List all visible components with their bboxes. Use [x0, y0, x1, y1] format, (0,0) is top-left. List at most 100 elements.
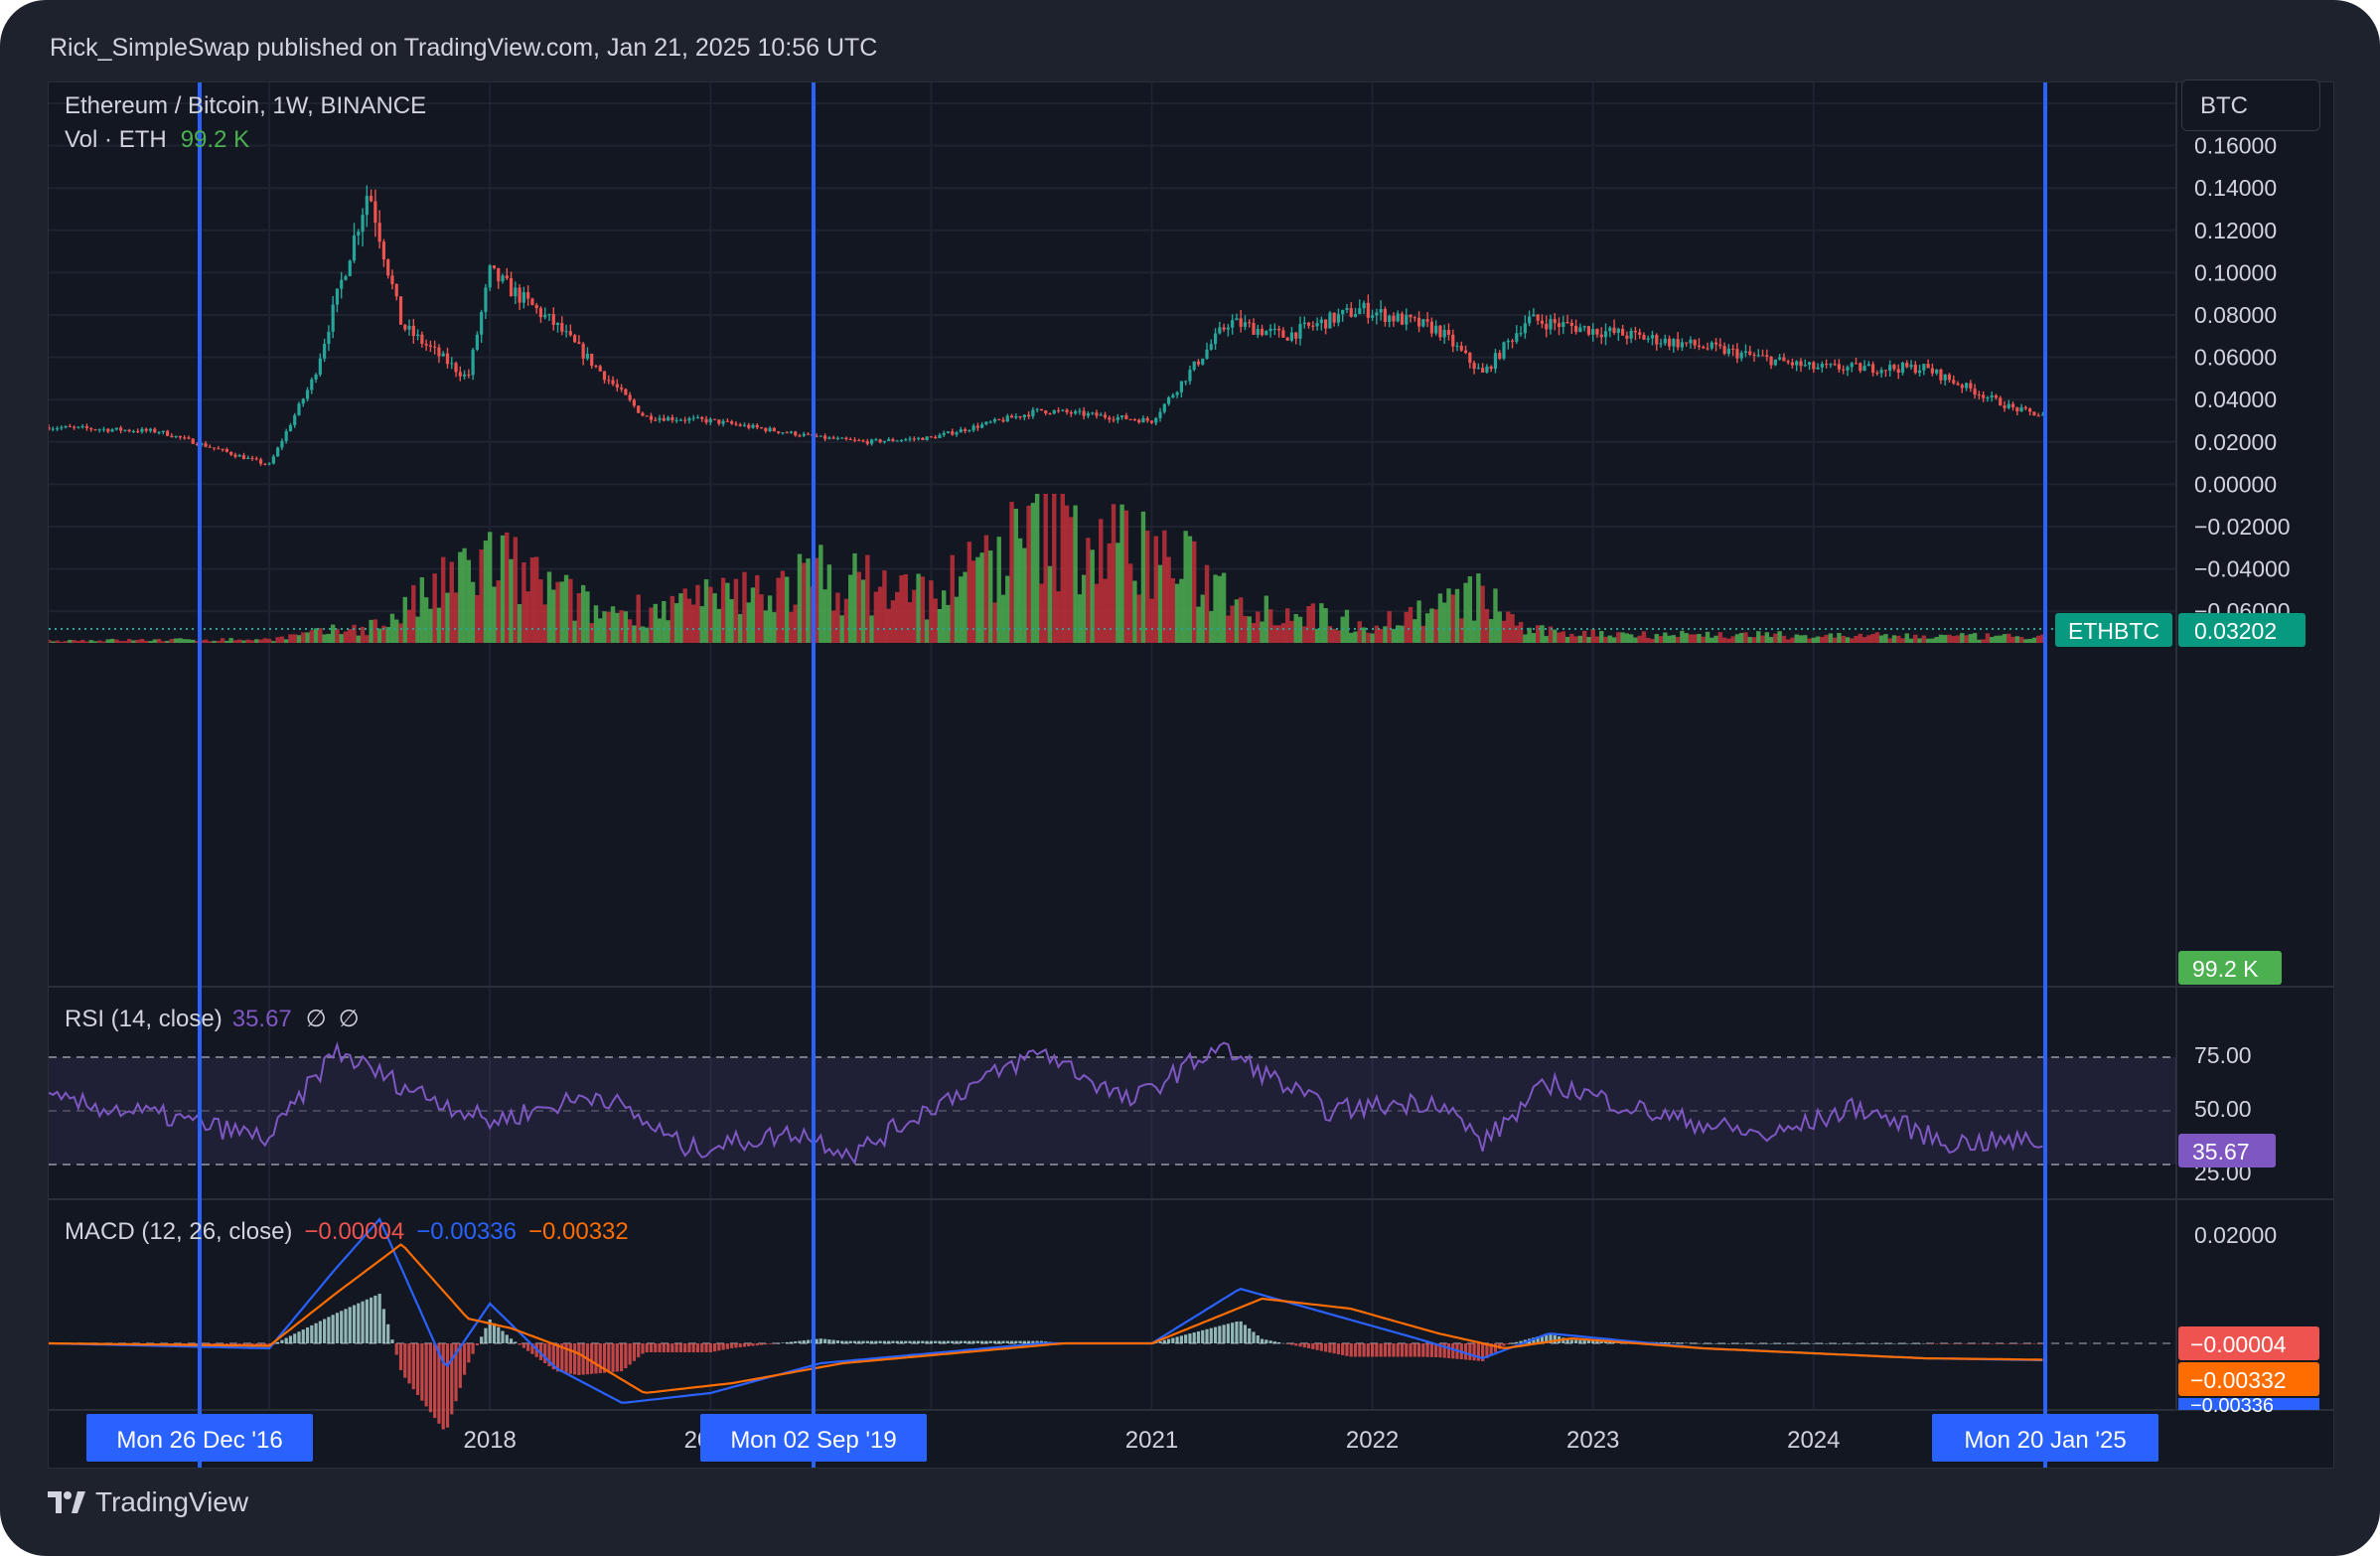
macd-histogram-bar	[1726, 1343, 1730, 1344]
macd-histogram-bar	[1324, 1343, 1328, 1352]
macd-histogram-bar	[1179, 1335, 1183, 1343]
volume-bar	[1850, 638, 1855, 643]
price-axis-label: 0.04000	[2194, 387, 2277, 412]
volume-bar	[1896, 635, 1901, 643]
price-candle	[1091, 412, 1095, 414]
volume-bar	[441, 556, 446, 643]
price-axis-label: −0.02000	[2194, 514, 2291, 540]
volume-bar	[1951, 636, 1956, 643]
price-candle	[165, 430, 170, 436]
volume-bar	[1280, 623, 1286, 643]
price-candle	[835, 437, 840, 439]
volume-bar	[1357, 621, 1362, 643]
macd-histogram-bar	[1697, 1342, 1702, 1344]
rsi-legend-extra2: ∅	[339, 1006, 360, 1032]
macd-histogram-bar	[1748, 1343, 1752, 1344]
price-candle	[521, 292, 525, 303]
price-candle	[467, 374, 471, 376]
volume-bar	[1738, 632, 1744, 643]
volume-bar	[1947, 634, 1952, 643]
volume-bar	[970, 560, 976, 643]
macd-histogram-bar	[394, 1343, 398, 1355]
macd-histogram-bar	[1977, 1343, 1981, 1344]
macd-axis[interactable]: 0.02000	[2194, 1222, 2277, 1248]
volume-bar	[1034, 494, 1040, 643]
volume-bar	[763, 610, 769, 643]
macd-histogram-bar	[1833, 1343, 1837, 1344]
volume-bar	[1396, 625, 1401, 643]
price-candle	[370, 196, 373, 202]
volume-bar	[411, 584, 416, 643]
volume-bar	[1179, 578, 1184, 643]
currency-button[interactable]: BTC	[2181, 79, 2320, 131]
price-candle	[615, 384, 619, 389]
tradingview-logo-icon	[48, 1491, 85, 1513]
macd-histogram-bar	[955, 1340, 959, 1343]
tradingview-logo[interactable]: TradingView	[48, 1486, 248, 1518]
macd-histogram-bar	[1413, 1343, 1416, 1357]
macd-histogram-bar	[717, 1343, 721, 1351]
time-marker-1: Mon 26 Dec '16	[116, 1427, 282, 1454]
macd-histogram-bar	[1171, 1337, 1175, 1343]
macd-histogram-bar	[1468, 1343, 1472, 1360]
macd-histogram-bar	[381, 1309, 386, 1343]
volume-bar	[1790, 637, 1795, 643]
symbol-legend[interactable]: Ethereum / Bitcoin, 1W, BINANCE	[65, 92, 426, 119]
time-axis-label: 2021	[1125, 1427, 1178, 1454]
macd-histogram-bar	[1353, 1343, 1358, 1357]
macd-histogram-bar	[938, 1340, 942, 1343]
chart-svg[interactable]: 0.180000.160000.140000.120000.100000.080…	[46, 82, 2333, 1468]
price-axis-label: 0.00000	[2194, 471, 2277, 497]
volume-bar	[882, 570, 887, 643]
macd-histogram-bar	[1693, 1342, 1697, 1344]
price-axis[interactable]: 0.180000.160000.140000.120000.100000.080…	[2194, 90, 2291, 624]
macd-histogram-bar	[420, 1343, 424, 1401]
price-candle	[208, 446, 212, 448]
macd-histogram-bar	[1816, 1343, 1820, 1344]
price-candle	[747, 424, 751, 428]
price-candle	[1498, 353, 1502, 359]
volume-bar	[873, 591, 879, 643]
chart-container[interactable]: 0.180000.160000.140000.120000.100000.080…	[46, 81, 2334, 1469]
price-candle	[759, 427, 764, 429]
price-candle	[543, 314, 547, 318]
macd-legend-hist: −0.00004	[304, 1218, 404, 1245]
macd-histogram-bar	[861, 1340, 865, 1343]
macd-histogram-bar	[899, 1340, 904, 1343]
macd-histogram-bar	[632, 1343, 637, 1361]
macd-histogram-bar	[1349, 1343, 1353, 1357]
price-candle	[1463, 350, 1468, 354]
volume-bar	[212, 640, 217, 643]
macd-histogram-bar	[1553, 1334, 1557, 1343]
rsi-legend[interactable]: RSI (14, close) 35.67 ∅ ∅	[65, 1006, 360, 1032]
price-candle	[2023, 406, 2027, 409]
price-candle	[93, 429, 97, 431]
macd-histogram-bar	[1569, 1339, 1573, 1343]
macd-histogram-bar	[1506, 1343, 1510, 1345]
macd-histogram-bar	[543, 1343, 547, 1363]
macd-histogram-bar	[1667, 1342, 1672, 1343]
macd-histogram-bar	[1226, 1323, 1230, 1343]
macd-histogram-bar	[1272, 1341, 1276, 1343]
volume-bar	[1581, 630, 1587, 643]
volume-legend[interactable]: Vol · ETH 99.2 K	[65, 126, 249, 153]
price-candle	[1298, 323, 1302, 339]
volume-bar	[933, 598, 938, 643]
volume-bar	[1807, 638, 1812, 643]
price-candle	[1235, 318, 1239, 321]
volume-bar	[1535, 625, 1541, 643]
volume-bar	[585, 591, 590, 643]
volume-bar	[716, 608, 722, 643]
volume-bar	[1077, 594, 1083, 643]
macd-histogram-bar	[1578, 1339, 1582, 1343]
price-candle	[373, 201, 377, 224]
macd-histogram-bar	[1328, 1343, 1332, 1353]
macd-histogram-bar	[742, 1343, 747, 1347]
volume-bar	[1200, 594, 1205, 643]
volume-bar	[182, 639, 187, 643]
price-candle	[403, 324, 407, 330]
price-candle	[980, 424, 984, 428]
macd-legend[interactable]: MACD (12, 26, close) −0.00004 −0.00336 −0.0…	[65, 1218, 629, 1245]
time-axis[interactable]: 201820192021202220232024	[464, 1427, 1841, 1454]
macd-histogram-bar	[904, 1340, 908, 1343]
